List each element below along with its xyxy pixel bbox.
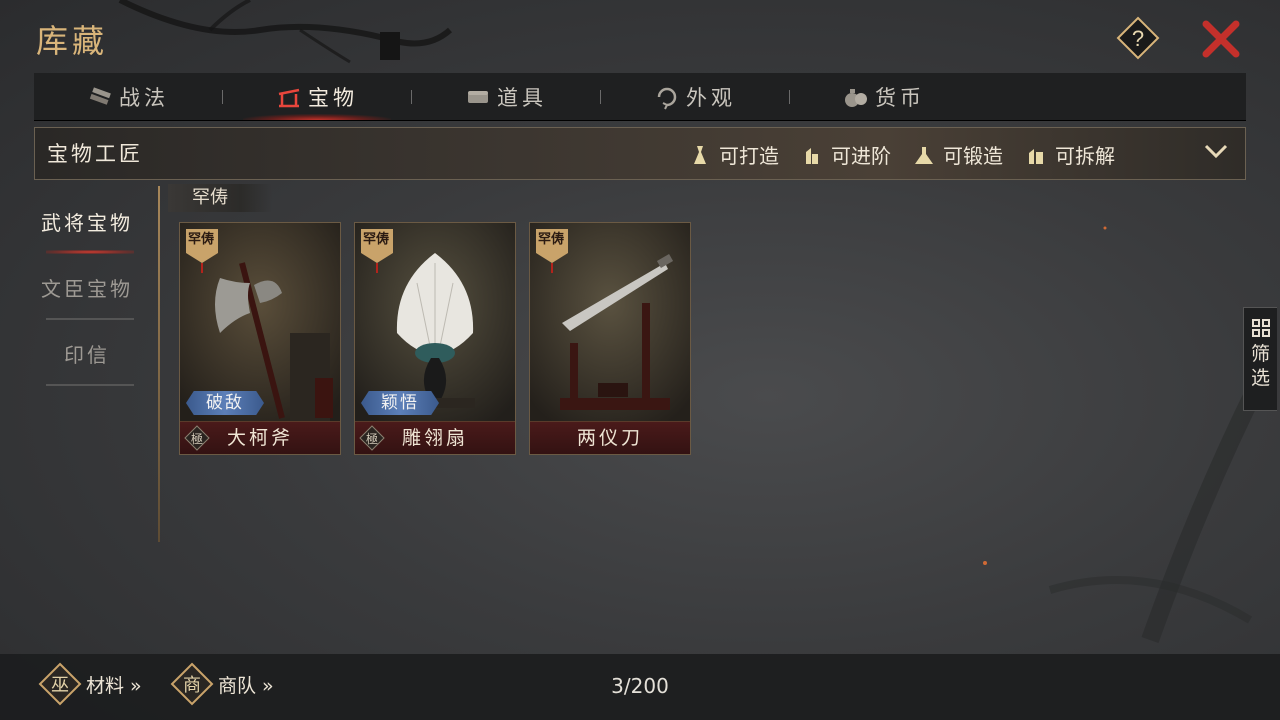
tab-label: 宝物 xyxy=(308,85,358,110)
tab-appearance[interactable]: 外观 xyxy=(601,73,789,120)
nav-official-treasures[interactable]: 文臣宝物 xyxy=(22,254,152,320)
filter-forgeable[interactable]: 可锻造 xyxy=(913,140,1003,169)
close-icon xyxy=(1202,20,1240,58)
dismantle-figure-icon xyxy=(1029,148,1043,164)
filter-advanceable[interactable]: 可进阶 xyxy=(801,140,891,169)
tab-label: 外观 xyxy=(686,85,736,110)
nav-label: 武将宝物 xyxy=(41,210,133,235)
tab-label: 道具 xyxy=(497,85,547,110)
artisan-bar: 宝物工匠 可打造 可进阶 可锻造 可拆解 xyxy=(34,127,1246,180)
filter-button[interactable]: 筛 选 xyxy=(1243,307,1277,411)
rarity-badge xyxy=(536,229,568,273)
chevron-down-icon[interactable] xyxy=(1203,140,1229,162)
rarity-section-label: 罕俦 xyxy=(168,184,272,212)
nav-underline xyxy=(46,384,134,386)
filter-label: 可拆解 xyxy=(1055,144,1115,168)
filter-label: 可锻造 xyxy=(943,144,1003,168)
tab-items[interactable]: 道具 xyxy=(412,73,600,120)
treasure-name: 两仪刀 xyxy=(530,421,690,454)
category-tabs: 战法 宝物 道具 外观 货币 xyxy=(34,73,1246,121)
money-bag-icon xyxy=(845,88,867,107)
caravan-label: 商队 » xyxy=(218,674,274,697)
svg-text:極: 極 xyxy=(191,431,203,446)
skill-tag: 破敌 xyxy=(186,391,264,415)
anvil-figure-icon xyxy=(915,146,933,164)
filter-label: 可打造 xyxy=(719,144,779,168)
treasure-card[interactable]: 罕俦 颖悟 雕翎扇 極 xyxy=(354,222,516,455)
caravan-icon: 商 xyxy=(170,662,214,706)
grade-icon: 極 xyxy=(184,425,210,451)
filter-dismantlable[interactable]: 可拆解 xyxy=(1025,140,1115,169)
forge-figure-icon xyxy=(694,145,706,164)
skill-tag: 颖悟 xyxy=(361,391,439,415)
page-title: 库藏 xyxy=(36,22,109,60)
tab-treasures[interactable]: 宝物 xyxy=(223,73,411,120)
chest-icon xyxy=(468,90,488,103)
inventory-count: 3/200 xyxy=(611,674,669,698)
tab-tactics[interactable]: 战法 xyxy=(34,73,222,120)
treasure-rack-icon xyxy=(278,88,300,107)
treasure-category-nav: 武将宝物 文臣宝物 印信 xyxy=(22,188,152,386)
cycle-icon xyxy=(657,87,677,109)
treasure-card[interactable]: 罕俦 两仪刀 xyxy=(529,222,691,455)
svg-text:巫: 巫 xyxy=(51,675,69,696)
svg-text:商: 商 xyxy=(183,675,201,696)
filter-label-bottom: 选 xyxy=(1250,367,1270,389)
treasure-card[interactable]: 罕俦 破敌 大柯斧 極 xyxy=(179,222,341,455)
tab-label: 战法 xyxy=(119,85,169,110)
tab-label: 货币 xyxy=(875,85,925,110)
help-icon: ? xyxy=(1132,26,1144,51)
nav-label: 印信 xyxy=(64,342,110,367)
materials-label: 材料 » xyxy=(86,674,142,697)
artisan-title: 宝物工匠 xyxy=(47,142,143,166)
nav-divider xyxy=(158,186,160,542)
rarity-badge xyxy=(186,229,218,273)
grid-filter-icon xyxy=(1251,319,1270,337)
grade-icon: 極 xyxy=(359,425,385,451)
bottom-bar: 巫 材料 » 商 商队 » 3/200 xyxy=(0,654,1280,720)
caravan-button[interactable]: 商 商队 » xyxy=(170,662,274,706)
rarity-badge xyxy=(361,229,393,273)
nav-label: 文臣宝物 xyxy=(41,276,133,301)
filter-label-top: 筛 xyxy=(1250,343,1270,365)
materials-button[interactable]: 巫 材料 » xyxy=(38,662,142,706)
nav-general-treasures[interactable]: 武将宝物 xyxy=(22,188,152,254)
filter-craftable[interactable]: 可打造 xyxy=(689,140,779,169)
advance-figure-icon xyxy=(806,147,818,164)
artisan-filters: 可打造 可进阶 可锻造 可拆解 xyxy=(689,140,1115,169)
nav-seals[interactable]: 印信 xyxy=(22,320,152,386)
tab-currency[interactable]: 货币 xyxy=(790,73,978,120)
svg-text:極: 極 xyxy=(366,431,378,446)
filter-label: 可进阶 xyxy=(831,144,891,168)
close-button[interactable] xyxy=(1200,18,1242,60)
help-button[interactable]: ? xyxy=(1116,16,1160,60)
scroll-bundle-icon xyxy=(89,86,111,105)
materials-icon: 巫 xyxy=(38,662,82,706)
